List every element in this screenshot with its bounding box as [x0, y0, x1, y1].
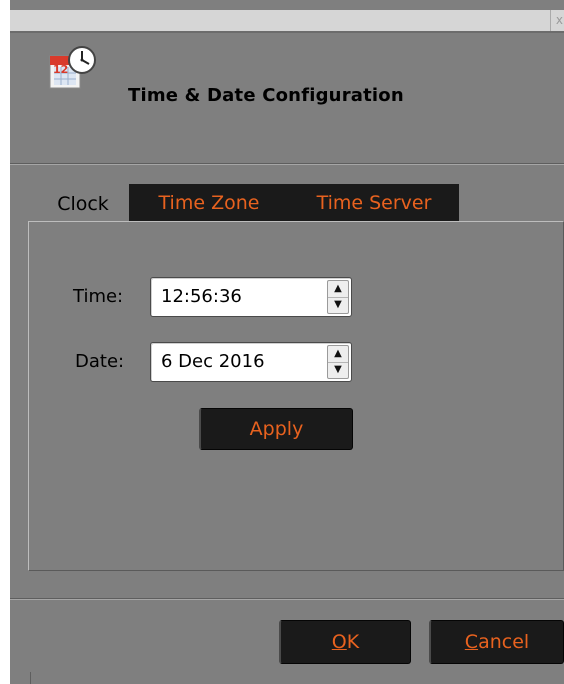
- date-spinbox[interactable]: 6 Dec 2016 ▲ ▼: [150, 342, 352, 382]
- ok-mnemonic: O: [331, 631, 347, 653]
- apply-button[interactable]: Apply: [199, 408, 353, 450]
- close-icon[interactable]: x: [550, 10, 564, 31]
- date-stepper[interactable]: ▲ ▼: [327, 345, 349, 379]
- tab-time-server[interactable]: Time Server: [289, 184, 459, 222]
- ok-label-rest: K: [346, 631, 360, 653]
- date-value[interactable]: 6 Dec 2016: [161, 343, 265, 381]
- tab-clock[interactable]: Clock: [37, 186, 129, 224]
- desktop-margin: [0, 0, 10, 684]
- calendar-day-text: 12: [53, 63, 68, 76]
- cancel-button[interactable]: Cancel: [429, 620, 564, 664]
- title-bar-shadow: [10, 31, 564, 33]
- time-decrement-icon[interactable]: ▼: [328, 297, 348, 313]
- cancel-label-rest: ancel: [478, 631, 530, 653]
- time-increment-icon[interactable]: ▲: [328, 281, 348, 298]
- header-divider: [10, 163, 564, 165]
- time-value[interactable]: 12:56:36: [161, 278, 242, 316]
- title-bar: x: [10, 10, 564, 31]
- time-label: Time:: [73, 286, 124, 307]
- date-label: Date:: [75, 351, 125, 372]
- cancel-mnemonic: C: [464, 631, 479, 653]
- time-stepper[interactable]: ▲ ▼: [327, 280, 349, 314]
- tab-time-zone[interactable]: Time Zone: [129, 184, 289, 222]
- date-decrement-icon[interactable]: ▼: [328, 362, 348, 378]
- calendar-clock-icon: 12: [46, 44, 98, 92]
- footer-divider: [10, 598, 564, 600]
- clock-tab-panel: [28, 221, 564, 571]
- date-increment-icon[interactable]: ▲: [328, 346, 348, 363]
- ok-button[interactable]: OK: [279, 620, 411, 664]
- dialog-title: Time & Date Configuration: [128, 85, 404, 106]
- time-date-dialog: x 12 Time & Date Configuration Clock Tim…: [10, 0, 564, 684]
- time-spinbox[interactable]: 12:56:36 ▲ ▼: [150, 277, 352, 317]
- resize-edge: [30, 672, 31, 684]
